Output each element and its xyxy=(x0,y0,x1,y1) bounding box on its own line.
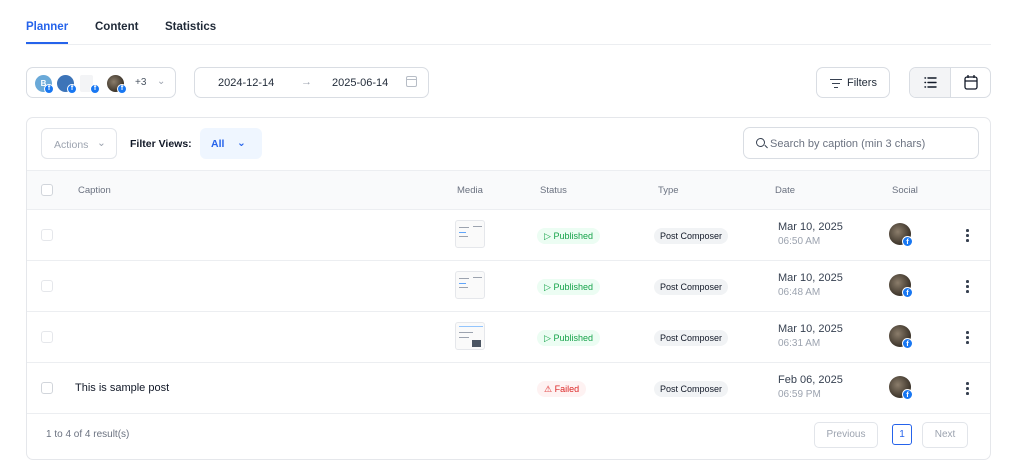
tab-planner[interactable]: Planner xyxy=(26,21,68,33)
social-avatar: f xyxy=(889,325,913,349)
chevron-down-icon: ⌄ xyxy=(237,137,246,149)
column-date: Date xyxy=(775,185,796,196)
published-icon: ▷ xyxy=(544,282,551,292)
published-icon: ▷ xyxy=(544,231,551,241)
filter-icon xyxy=(830,79,842,89)
column-caption: Caption xyxy=(78,185,111,196)
published-icon: ▷ xyxy=(544,333,551,343)
facebook-icon: f xyxy=(902,389,913,400)
facebook-icon: f xyxy=(902,338,913,349)
next-button[interactable]: Next xyxy=(922,422,968,448)
post-date: Mar 10, 2025 xyxy=(778,221,843,233)
tab-bar: Planner Content Statistics xyxy=(26,0,991,45)
social-avatar: f xyxy=(889,274,913,298)
actions-label: Actions xyxy=(54,139,89,151)
column-media: Media xyxy=(457,185,483,196)
start-date: 2024-12-14 xyxy=(218,77,275,89)
table-header: Caption Media Status Type Date Social xyxy=(27,170,990,210)
row-menu-button[interactable] xyxy=(960,277,974,295)
search-icon xyxy=(756,138,765,147)
row-checkbox[interactable] xyxy=(41,229,53,241)
status-badge: ⚠ Failed xyxy=(537,381,587,397)
arrow-right-icon: → xyxy=(301,76,312,88)
type-badge: Post Composer xyxy=(654,279,729,295)
list-view-button[interactable] xyxy=(910,68,951,97)
actions-dropdown[interactable]: Actions ⌄ xyxy=(41,128,117,159)
tab-statistics[interactable]: Statistics xyxy=(165,21,216,33)
media-thumbnail[interactable] xyxy=(455,322,485,350)
search-input[interactable] xyxy=(770,135,970,152)
media-thumbnail[interactable] xyxy=(455,271,485,299)
type-badge: Post Composer xyxy=(654,228,729,244)
previous-button[interactable]: Previous xyxy=(814,422,878,448)
social-avatar: f xyxy=(889,223,913,247)
table-footer: 1 to 4 of 4 result(s) Previous 1 Next xyxy=(27,415,990,459)
facebook-icon: f xyxy=(902,287,913,298)
account-selector[interactable]: B f f f f +3 ⌄ xyxy=(26,67,176,98)
facebook-icon: f xyxy=(117,84,127,94)
column-type: Type xyxy=(658,185,679,196)
row-checkbox[interactable] xyxy=(41,331,53,343)
facebook-icon: f xyxy=(90,84,100,94)
row-menu-button[interactable] xyxy=(960,226,974,244)
result-count: 1 to 4 of 4 result(s) xyxy=(46,429,130,440)
post-time: 06:59 PM xyxy=(778,389,821,400)
column-status: Status xyxy=(540,185,567,196)
extra-accounts-count: +3 xyxy=(135,77,147,88)
type-badge: Post Composer xyxy=(654,330,729,346)
table-row[interactable]: ▷ Published Post Composer Mar 10, 2025 0… xyxy=(27,261,990,312)
column-social: Social xyxy=(892,185,918,196)
filters-button[interactable]: Filters xyxy=(816,67,890,98)
social-avatar: f xyxy=(889,376,913,400)
chevron-down-icon: ⌄ xyxy=(97,137,106,149)
filters-label: Filters xyxy=(847,77,877,89)
post-date: Mar 10, 2025 xyxy=(778,272,843,284)
facebook-icon: f xyxy=(67,84,77,94)
tab-content[interactable]: Content xyxy=(95,21,138,33)
status-badge: ▷ Published xyxy=(537,279,600,295)
post-time: 06:48 AM xyxy=(778,287,821,298)
warning-icon: ⚠ xyxy=(544,384,553,394)
search-box xyxy=(743,127,979,159)
table-row[interactable]: This is sample post ⚠ Failed Post Compos… xyxy=(27,363,990,414)
media-thumbnail[interactable] xyxy=(455,220,485,248)
view-toggle xyxy=(909,67,991,98)
chevron-down-icon: ⌄ xyxy=(157,76,166,87)
facebook-icon: f xyxy=(902,236,913,247)
list-icon xyxy=(924,77,937,88)
calendar-icon xyxy=(406,76,417,87)
select-all-checkbox[interactable] xyxy=(41,184,53,196)
filter-views-value: All xyxy=(211,138,225,150)
row-menu-button[interactable] xyxy=(960,379,974,397)
table-row[interactable]: ▷ Published Post Composer Mar 10, 2025 0… xyxy=(27,312,990,363)
page-number-button[interactable]: 1 xyxy=(892,424,912,445)
post-date: Mar 10, 2025 xyxy=(778,323,843,335)
status-badge: ▷ Published xyxy=(537,330,600,346)
calendar-view-button[interactable] xyxy=(951,68,990,97)
type-badge: Post Composer xyxy=(654,381,729,397)
active-tab-underline xyxy=(26,42,68,44)
end-date: 2025-06-14 xyxy=(332,77,389,89)
post-caption: This is sample post xyxy=(75,382,170,394)
planner-page: Planner Content Statistics B f f f f +3 … xyxy=(0,0,1024,476)
filter-views-label: Filter Views: xyxy=(130,138,192,150)
post-time: 06:50 AM xyxy=(778,236,821,247)
posts-table-card: Actions ⌄ Filter Views: All ⌄ Caption Me… xyxy=(26,117,991,460)
row-menu-button[interactable] xyxy=(960,328,974,346)
row-checkbox[interactable] xyxy=(41,382,53,394)
post-date: Feb 06, 2025 xyxy=(778,374,843,386)
status-badge: ▷ Published xyxy=(537,228,600,244)
filter-views-select[interactable]: All ⌄ xyxy=(200,128,262,159)
row-checkbox[interactable] xyxy=(41,280,53,292)
table-row[interactable]: ▷ Published Post Composer Mar 10, 2025 0… xyxy=(27,210,990,261)
calendar-icon xyxy=(964,75,978,90)
post-time: 06:31 AM xyxy=(778,338,821,349)
facebook-icon: f xyxy=(44,84,54,94)
date-range-picker[interactable]: 2024-12-14 → 2025-06-14 xyxy=(194,67,429,98)
